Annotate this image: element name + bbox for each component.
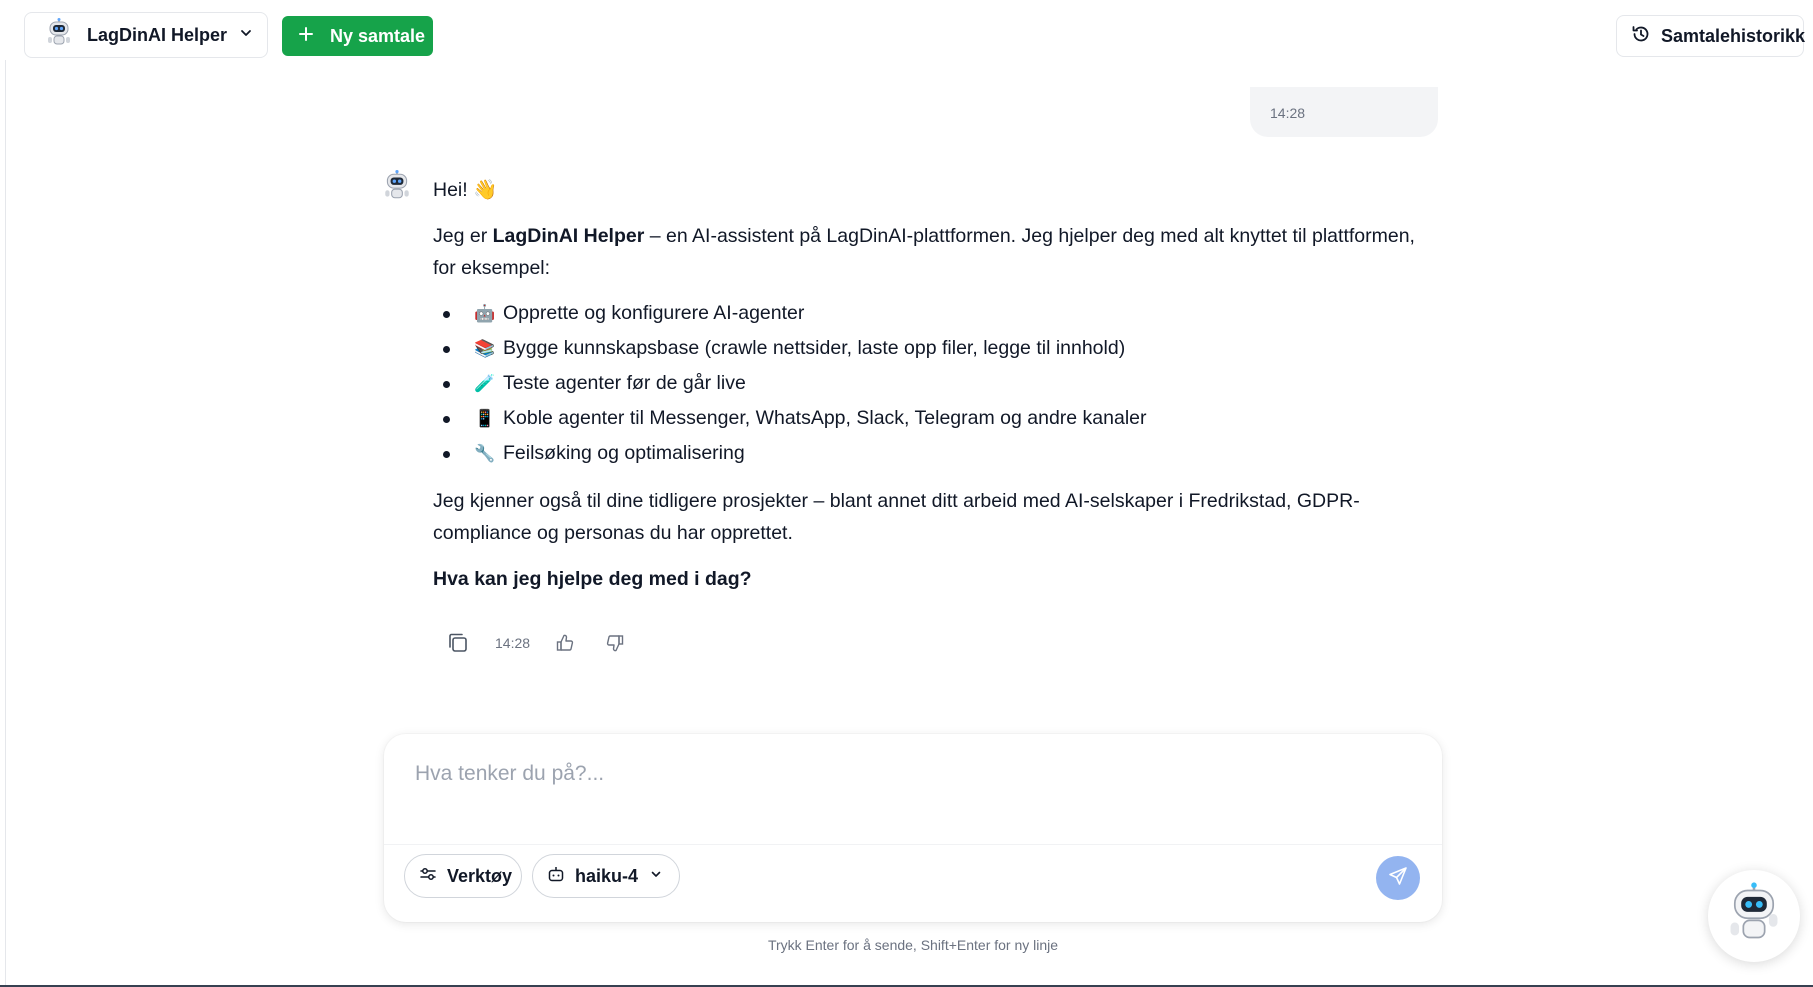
assistant-avatar [382, 170, 414, 204]
list-item: 🔧 Feilsøking og optimalisering [433, 436, 1443, 471]
message-question: Hva kan jeg hjelpe deg med i dag? [433, 568, 752, 590]
robot-avatar-icon [45, 17, 73, 53]
user-message-time: 14:28 [1270, 105, 1306, 121]
list-item-text: Koble agenter til Messenger, WhatsApp, S… [503, 407, 1147, 429]
sliders-icon [419, 865, 437, 888]
history-label: Samtalehistorikk [1661, 25, 1806, 46]
tools-label: Verktøy [447, 865, 513, 886]
assistant-widget-button[interactable] [1708, 870, 1800, 962]
robot-emoji-icon: 🤖 [474, 304, 496, 323]
robot-avatar-icon [382, 170, 412, 206]
thumbs-up-icon[interactable] [550, 628, 580, 658]
plus-icon [298, 26, 314, 47]
wrench-emoji-icon: 🔧 [474, 444, 496, 463]
list-item: 🤖 Opprette og konfigurere AI-agenter [433, 296, 1443, 331]
robot-widget-icon [1724, 881, 1784, 951]
model-selector[interactable]: haiku-4 [532, 854, 680, 898]
agent-name: LagDinAI Helper [87, 24, 228, 45]
intro-agent-name: LagDinAI Helper [492, 225, 645, 247]
test-tube-emoji-icon: 🧪 [474, 374, 496, 393]
send-icon [1388, 866, 1408, 891]
assistant-message: Hei! 👋 Jeg er LagDinAI Helper – en AI-as… [433, 174, 1443, 595]
user-message-bubble: 14:28 [1250, 87, 1438, 137]
list-item-text: Bygge kunnskapsbase (crawle nettsider, l… [503, 337, 1126, 359]
assistant-message-time: 14:28 [495, 635, 531, 651]
history-clock-icon [1631, 24, 1651, 49]
chevron-down-icon [650, 867, 662, 885]
message-input[interactable] [415, 762, 1415, 822]
phone-emoji-icon: 📱 [474, 409, 496, 428]
new-chat-label: Ny samtale [330, 25, 426, 46]
bullet-dot [443, 451, 450, 458]
list-item-text: Feilsøking og optimalisering [503, 442, 745, 464]
list-item: 🧪 Teste agenter før de går live [433, 366, 1443, 401]
top-bar: LagDinAI Helper Ny samtale Samtalehistor… [0, 0, 1813, 72]
list-item: 📱 Koble agenter til Messenger, WhatsApp, … [433, 401, 1443, 436]
books-emoji-icon: 📚 [474, 339, 496, 358]
list-item-text: Opprette og konfigurere AI-agenter [503, 302, 805, 324]
send-button[interactable] [1376, 856, 1420, 900]
copy-icon[interactable] [443, 628, 473, 658]
history-button[interactable]: Samtalehistorikk [1616, 15, 1806, 57]
chevron-down-icon [239, 26, 253, 45]
tools-button[interactable]: Verktøy [404, 854, 522, 898]
list-item: 📚 Bygge kunnskapsbase (crawle nettsider, … [433, 331, 1443, 366]
bullet-dot [443, 416, 450, 423]
thumbs-down-icon[interactable] [600, 628, 630, 658]
message-composer: Verktøy haiku-4 [384, 734, 1442, 922]
new-chat-button[interactable]: Ny samtale [282, 16, 433, 56]
agent-selector[interactable]: LagDinAI Helper [24, 12, 268, 58]
bot-icon [547, 865, 565, 888]
message-greeting: Hei! 👋 [433, 179, 498, 201]
capability-list: 🤖 Opprette og konfigurere AI-agenter 📚 Byg… [433, 296, 1443, 471]
bullet-dot [443, 381, 450, 388]
list-item-text: Teste agenter før de går live [503, 372, 746, 394]
input-hint: Trykk Enter for å sende, Shift+Enter for… [767, 937, 1059, 953]
composer-divider [384, 844, 1442, 845]
message-known-projects: Jeg kjenner også til dine tidligere pros… [433, 490, 1360, 544]
bullet-dot [443, 346, 450, 353]
message-actions: 14:28 [443, 626, 630, 660]
model-label: haiku-4 [575, 865, 639, 886]
message-intro: Jeg er LagDinAI Helper – en AI-assistent… [433, 220, 1443, 284]
bullet-dot [443, 311, 450, 318]
intro-text-pre: Jeg er [433, 225, 493, 247]
left-edge-divider [0, 60, 6, 987]
